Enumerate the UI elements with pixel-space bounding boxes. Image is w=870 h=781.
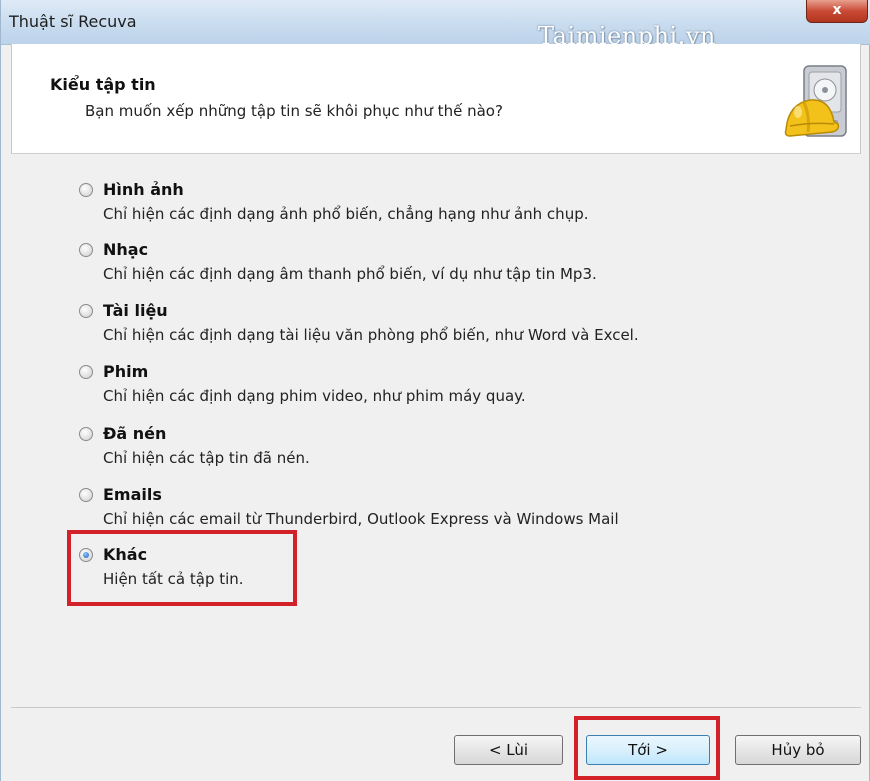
radio-emails[interactable] <box>79 488 93 502</box>
option-description: Chỉ hiện các định dạng ảnh phổ biến, chẳ… <box>103 205 589 223</box>
radio-da-nen[interactable] <box>79 427 93 441</box>
highlight-box-next <box>574 716 720 780</box>
page-title: Kiểu tập tin <box>50 75 156 94</box>
radio-hinh-anh[interactable] <box>79 183 93 197</box>
option-label: Nhạc <box>103 240 149 259</box>
option-description: Chỉ hiện các định dạng âm thanh phổ biến… <box>103 265 597 283</box>
radio-tai-lieu[interactable] <box>79 304 93 318</box>
cancel-button[interactable]: Hủy bỏ <box>735 735 861 765</box>
back-button[interactable]: < Lùi <box>454 735 563 765</box>
recuva-wizard-window: Thuật sĩ Recuva Taimienphi.vn x Kiểu tập… <box>0 0 870 781</box>
highlight-box-option <box>67 530 297 606</box>
wizard-header: Kiểu tập tin Bạn muốn xếp những tập tin … <box>11 44 861 154</box>
footer-divider <box>11 707 861 708</box>
option-label: Tài liệu <box>103 301 168 320</box>
close-icon: x <box>832 2 842 18</box>
option-description: Chỉ hiện các định dạng phim video, như p… <box>103 387 526 405</box>
option-label: Emails <box>103 485 162 504</box>
option-description: Chỉ hiện các định dạng tài liệu văn phòn… <box>103 326 639 344</box>
option-description: Chỉ hiện các tập tin đã nén. <box>103 449 310 467</box>
recuva-hardhat-drive-icon <box>784 65 847 137</box>
window-title: Thuật sĩ Recuva <box>9 12 137 31</box>
option-description: Chỉ hiện các email từ Thunderbird, Outlo… <box>103 510 619 528</box>
radio-phim[interactable] <box>79 365 93 379</box>
title-bar[interactable]: Thuật sĩ Recuva Taimienphi.vn x <box>1 0 870 50</box>
option-label: Hình ảnh <box>103 180 184 199</box>
close-button[interactable]: x <box>806 0 868 23</box>
radio-nhac[interactable] <box>79 243 93 257</box>
option-label: Phim <box>103 362 149 381</box>
page-subtitle: Bạn muốn xếp những tập tin sẽ khôi phục … <box>85 102 503 120</box>
option-label: Đã nén <box>103 424 167 443</box>
